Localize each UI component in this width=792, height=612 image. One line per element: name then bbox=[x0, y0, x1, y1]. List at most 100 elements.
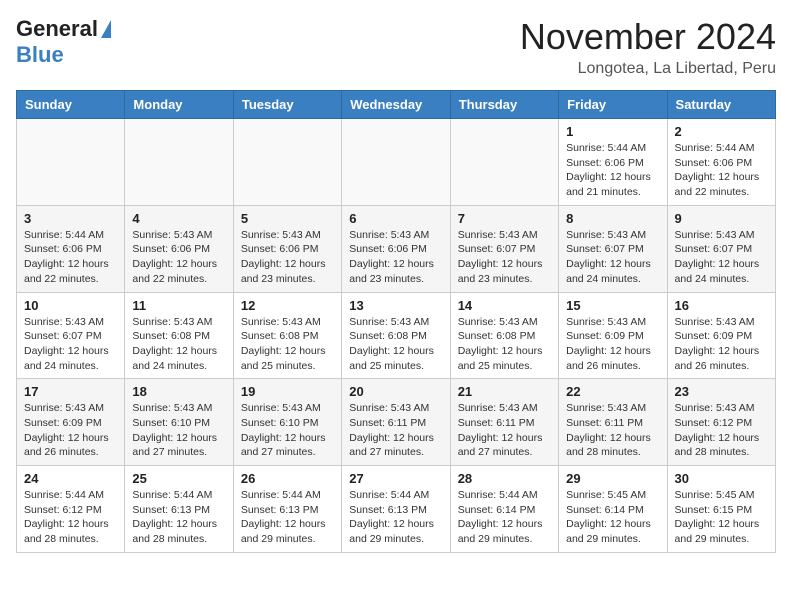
day-cell: 24 Sunrise: 5:44 AM Sunset: 6:12 PM Dayli… bbox=[17, 466, 125, 553]
calendar-header-row: SundayMondayTuesdayWednesdayThursdayFrid… bbox=[17, 91, 776, 119]
day-number: 28 bbox=[458, 471, 551, 486]
logo: General Blue bbox=[16, 16, 112, 68]
day-number: 19 bbox=[241, 384, 334, 399]
day-number: 22 bbox=[566, 384, 659, 399]
day-cell: 9Sunrise: 5:43 AM Sunset: 6:07 PM Daylig… bbox=[667, 205, 775, 292]
day-number: 12 bbox=[241, 298, 334, 313]
day-number: 26 bbox=[241, 471, 334, 486]
day-number: 8 bbox=[566, 211, 659, 226]
day-number: 6 bbox=[349, 211, 442, 226]
day-number: 14 bbox=[458, 298, 551, 313]
header-friday: Friday bbox=[559, 91, 667, 119]
day-cell: 17 Sunrise: 5:43 AM Sunset: 6:09 PM Dayli… bbox=[17, 379, 125, 466]
day-cell: 14 Sunrise: 5:43 AM Sunset: 6:08 PM Dayli… bbox=[450, 292, 558, 379]
day-cell: 23 Sunrise: 5:43 AM Sunset: 6:12 PM Dayli… bbox=[667, 379, 775, 466]
day-number: 7 bbox=[458, 211, 551, 226]
day-info: Sunrise: 5:44 AM Sunset: 6:06 PM Dayligh… bbox=[24, 228, 117, 287]
day-info: Sunrise: 5:44 AM Sunset: 6:13 PM Dayligh… bbox=[349, 488, 442, 547]
day-info: Sunrise: 5:43 AM Sunset: 6:11 PM Dayligh… bbox=[566, 401, 659, 460]
day-info: Sunrise: 5:43 AM Sunset: 6:07 PM Dayligh… bbox=[24, 315, 117, 374]
day-cell: 6Sunrise: 5:43 AM Sunset: 6:06 PM Daylig… bbox=[342, 205, 450, 292]
day-info: Sunrise: 5:43 AM Sunset: 6:08 PM Dayligh… bbox=[349, 315, 442, 374]
day-number: 10 bbox=[24, 298, 117, 313]
day-info: Sunrise: 5:43 AM Sunset: 6:11 PM Dayligh… bbox=[349, 401, 442, 460]
title-section: November 2024 Longotea, La Libertad, Per… bbox=[520, 16, 776, 78]
day-info: Sunrise: 5:44 AM Sunset: 6:13 PM Dayligh… bbox=[132, 488, 225, 547]
day-cell: 30 Sunrise: 5:45 AM Sunset: 6:15 PM Dayli… bbox=[667, 466, 775, 553]
day-info: Sunrise: 5:44 AM Sunset: 6:06 PM Dayligh… bbox=[566, 141, 659, 200]
location-title: Longotea, La Libertad, Peru bbox=[520, 60, 776, 78]
week-row-1: 3 Sunrise: 5:44 AM Sunset: 6:06 PM Daylig… bbox=[17, 205, 776, 292]
day-info: Sunrise: 5:45 AM Sunset: 6:15 PM Dayligh… bbox=[675, 488, 768, 547]
day-cell: 5 Sunrise: 5:43 AM Sunset: 6:06 PM Daylig… bbox=[233, 205, 341, 292]
header-thursday: Thursday bbox=[450, 91, 558, 119]
day-info: Sunrise: 5:43 AM Sunset: 6:10 PM Dayligh… bbox=[241, 401, 334, 460]
day-cell bbox=[233, 119, 341, 206]
logo-triangle-icon bbox=[101, 20, 111, 38]
day-cell: 3 Sunrise: 5:44 AM Sunset: 6:06 PM Daylig… bbox=[17, 205, 125, 292]
day-info: Sunrise: 5:43 AM Sunset: 6:06 PM Dayligh… bbox=[132, 228, 225, 287]
day-cell: 7Sunrise: 5:43 AM Sunset: 6:07 PM Daylig… bbox=[450, 205, 558, 292]
week-row-4: 24 Sunrise: 5:44 AM Sunset: 6:12 PM Dayli… bbox=[17, 466, 776, 553]
header-wednesday: Wednesday bbox=[342, 91, 450, 119]
day-number: 4 bbox=[132, 211, 225, 226]
day-info: Sunrise: 5:43 AM Sunset: 6:07 PM Dayligh… bbox=[566, 228, 659, 287]
day-number: 13 bbox=[349, 298, 442, 313]
day-info: Sunrise: 5:43 AM Sunset: 6:07 PM Dayligh… bbox=[675, 228, 768, 287]
day-number: 2 bbox=[675, 124, 768, 139]
day-number: 23 bbox=[675, 384, 768, 399]
week-row-3: 17 Sunrise: 5:43 AM Sunset: 6:09 PM Dayli… bbox=[17, 379, 776, 466]
logo-blue: Blue bbox=[16, 42, 64, 67]
day-number: 18 bbox=[132, 384, 225, 399]
day-number: 17 bbox=[24, 384, 117, 399]
day-cell: 22 Sunrise: 5:43 AM Sunset: 6:11 PM Dayli… bbox=[559, 379, 667, 466]
day-info: Sunrise: 5:44 AM Sunset: 6:14 PM Dayligh… bbox=[458, 488, 551, 547]
day-number: 15 bbox=[566, 298, 659, 313]
header-saturday: Saturday bbox=[667, 91, 775, 119]
day-number: 16 bbox=[675, 298, 768, 313]
day-cell: 19 Sunrise: 5:43 AM Sunset: 6:10 PM Dayli… bbox=[233, 379, 341, 466]
day-number: 11 bbox=[132, 298, 225, 313]
day-cell: 8 Sunrise: 5:43 AM Sunset: 6:07 PM Daylig… bbox=[559, 205, 667, 292]
day-info: Sunrise: 5:43 AM Sunset: 6:09 PM Dayligh… bbox=[566, 315, 659, 374]
day-cell: 12 Sunrise: 5:43 AM Sunset: 6:08 PM Dayli… bbox=[233, 292, 341, 379]
day-number: 27 bbox=[349, 471, 442, 486]
day-cell bbox=[450, 119, 558, 206]
header-monday: Monday bbox=[125, 91, 233, 119]
week-row-2: 10 Sunrise: 5:43 AM Sunset: 6:07 PM Dayli… bbox=[17, 292, 776, 379]
day-number: 30 bbox=[675, 471, 768, 486]
day-number: 3 bbox=[24, 211, 117, 226]
day-info: Sunrise: 5:43 AM Sunset: 6:06 PM Dayligh… bbox=[241, 228, 334, 287]
day-cell: 29 Sunrise: 5:45 AM Sunset: 6:14 PM Dayli… bbox=[559, 466, 667, 553]
day-number: 5 bbox=[241, 211, 334, 226]
day-cell: 27 Sunrise: 5:44 AM Sunset: 6:13 PM Dayli… bbox=[342, 466, 450, 553]
day-info: Sunrise: 5:43 AM Sunset: 6:12 PM Dayligh… bbox=[675, 401, 768, 460]
day-cell: 21 Sunrise: 5:43 AM Sunset: 6:11 PM Dayli… bbox=[450, 379, 558, 466]
day-cell: 15 Sunrise: 5:43 AM Sunset: 6:09 PM Dayli… bbox=[559, 292, 667, 379]
day-info: Sunrise: 5:44 AM Sunset: 6:12 PM Dayligh… bbox=[24, 488, 117, 547]
day-info: Sunrise: 5:43 AM Sunset: 6:08 PM Dayligh… bbox=[458, 315, 551, 374]
day-number: 29 bbox=[566, 471, 659, 486]
day-number: 20 bbox=[349, 384, 442, 399]
calendar-table: SundayMondayTuesdayWednesdayThursdayFrid… bbox=[16, 90, 776, 553]
day-info: Sunrise: 5:43 AM Sunset: 6:09 PM Dayligh… bbox=[24, 401, 117, 460]
day-cell: 25Sunrise: 5:44 AM Sunset: 6:13 PM Dayli… bbox=[125, 466, 233, 553]
day-info: Sunrise: 5:44 AM Sunset: 6:06 PM Dayligh… bbox=[675, 141, 768, 200]
header-sunday: Sunday bbox=[17, 91, 125, 119]
day-cell: 10 Sunrise: 5:43 AM Sunset: 6:07 PM Dayli… bbox=[17, 292, 125, 379]
week-row-0: 1Sunrise: 5:44 AM Sunset: 6:06 PM Daylig… bbox=[17, 119, 776, 206]
day-number: 21 bbox=[458, 384, 551, 399]
day-info: Sunrise: 5:43 AM Sunset: 6:08 PM Dayligh… bbox=[241, 315, 334, 374]
month-title: November 2024 bbox=[520, 16, 776, 58]
day-info: Sunrise: 5:43 AM Sunset: 6:11 PM Dayligh… bbox=[458, 401, 551, 460]
day-info: Sunrise: 5:45 AM Sunset: 6:14 PM Dayligh… bbox=[566, 488, 659, 547]
day-cell: 2 Sunrise: 5:44 AM Sunset: 6:06 PM Daylig… bbox=[667, 119, 775, 206]
day-cell: 18Sunrise: 5:43 AM Sunset: 6:10 PM Dayli… bbox=[125, 379, 233, 466]
day-cell: 1Sunrise: 5:44 AM Sunset: 6:06 PM Daylig… bbox=[559, 119, 667, 206]
day-info: Sunrise: 5:44 AM Sunset: 6:13 PM Dayligh… bbox=[241, 488, 334, 547]
day-info: Sunrise: 5:43 AM Sunset: 6:08 PM Dayligh… bbox=[132, 315, 225, 374]
logo-general: General bbox=[16, 16, 98, 42]
day-info: Sunrise: 5:43 AM Sunset: 6:09 PM Dayligh… bbox=[675, 315, 768, 374]
day-number: 24 bbox=[24, 471, 117, 486]
header: General Blue November 2024 Longotea, La … bbox=[16, 16, 776, 78]
